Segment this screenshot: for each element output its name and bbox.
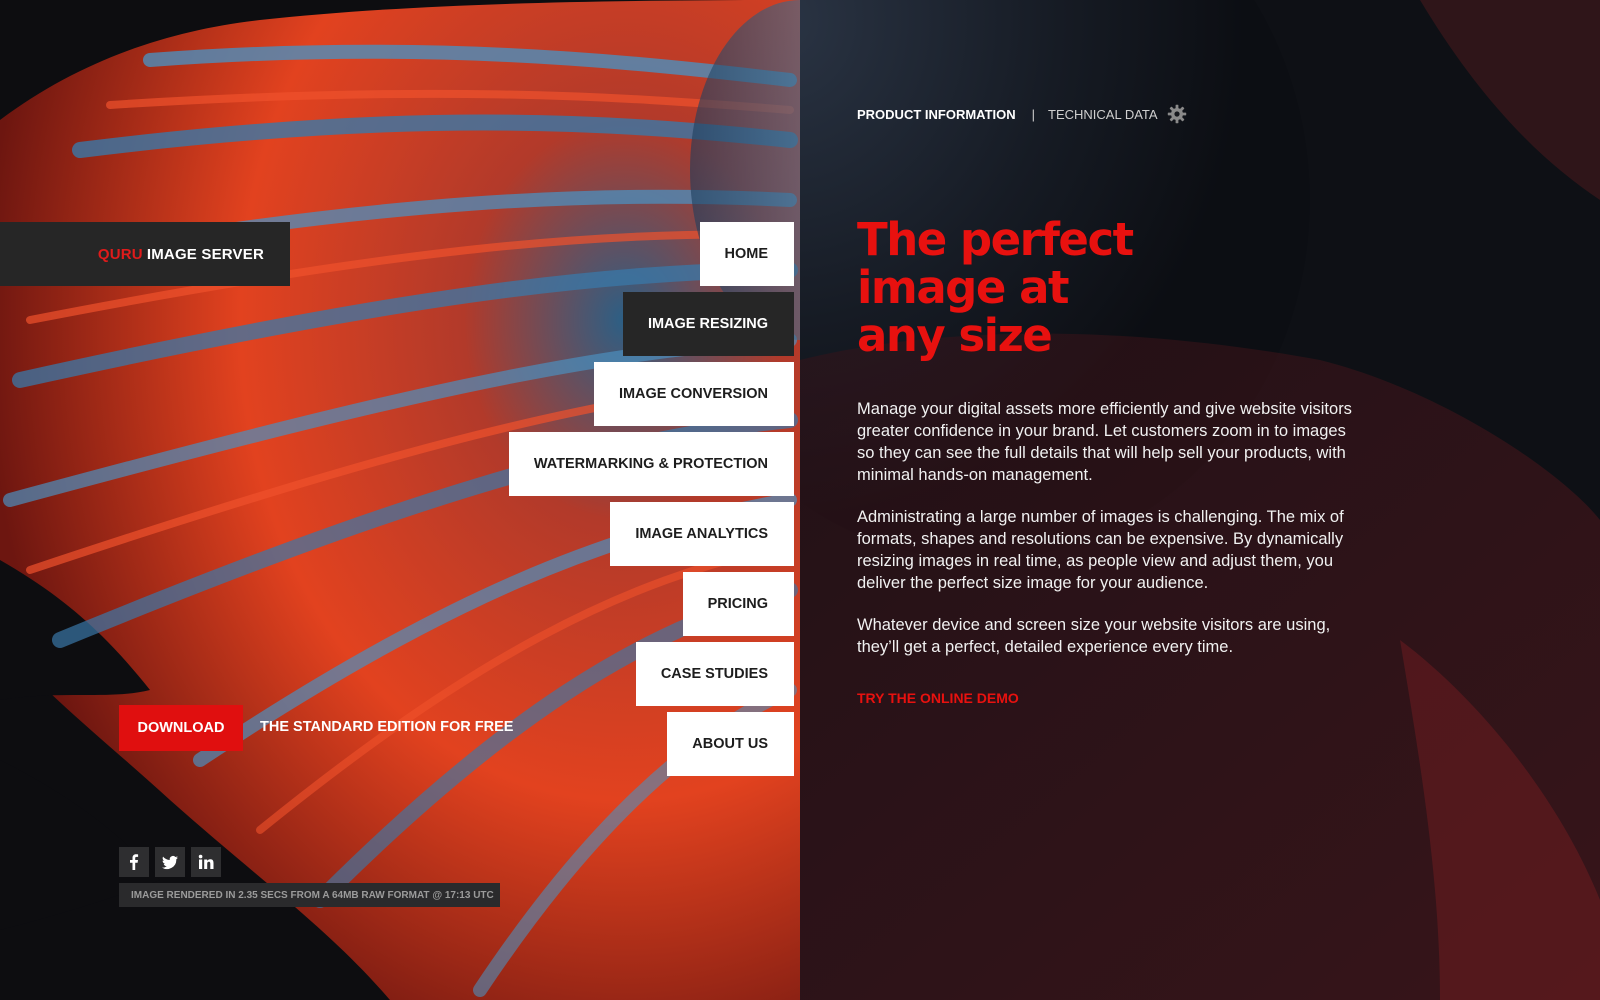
download-caption: THE STANDARD EDITION FOR FREE [260, 719, 514, 735]
page: QURU IMAGE SERVER HOME IMAGE RESIZING IM… [0, 0, 1600, 1000]
try-online-demo-link[interactable]: TRY THE ONLINE DEMO [857, 690, 1019, 706]
body-paragraph: Administrating a large number of images … [857, 508, 1344, 592]
linkedin-icon [198, 854, 214, 869]
hero-title-line: image at [857, 261, 1069, 314]
brand-accent-text: QURU [97, 245, 143, 263]
facebook-link[interactable] [119, 847, 149, 877]
product-information-link[interactable]: PRODUCT INFORMATION [857, 107, 1016, 122]
download-button[interactable]: DOWNLOAD [119, 705, 243, 751]
hero-title-line: The perfect [857, 213, 1134, 266]
intro-paragraph: Manage your digital assets more efficien… [857, 400, 1352, 484]
fish-body-artwork [800, 0, 1600, 1000]
nav-item-image-resizing[interactable]: IMAGE RESIZING [622, 292, 794, 356]
technical-data-link[interactable]: TECHNICAL DATA [1048, 107, 1158, 122]
twitter-icon [162, 855, 178, 870]
brand-logo[interactable]: QURU IMAGE SERVER [0, 222, 290, 286]
hero-fish-image-right [800, 0, 1600, 1000]
nav-item-home[interactable]: HOME [699, 222, 794, 286]
nav-item-image-conversion[interactable]: IMAGE CONVERSION [593, 362, 794, 426]
twitter-link[interactable] [155, 847, 185, 877]
nav-item-case-studies[interactable]: CASE STUDIES [635, 642, 794, 706]
render-info-badge: IMAGE RENDERED IN 2.35 SECS FROM A 64MB … [119, 883, 500, 907]
nav-item-about-us[interactable]: ABOUT US [667, 712, 794, 776]
hero-title: The perfect image at any size [857, 216, 1277, 360]
facebook-icon [130, 854, 139, 870]
secondary-nav-separator: | [1031, 106, 1036, 122]
closing-paragraph: Whatever device and screen size your web… [857, 616, 1331, 656]
linkedin-link[interactable] [191, 847, 221, 877]
nav-item-pricing[interactable]: PRICING [682, 572, 794, 636]
secondary-nav: PRODUCT INFORMATION | TECHNICAL DATA [857, 104, 1187, 124]
nav-item-image-analytics[interactable]: IMAGE ANALYTICS [610, 502, 794, 566]
brand-name-text: IMAGE SERVER [146, 245, 264, 263]
gear-icon[interactable] [1167, 104, 1187, 124]
nav-item-watermarking-protection[interactable]: WATERMARKING & PROTECTION [508, 432, 794, 496]
hero-title-line: any size [857, 309, 1053, 362]
